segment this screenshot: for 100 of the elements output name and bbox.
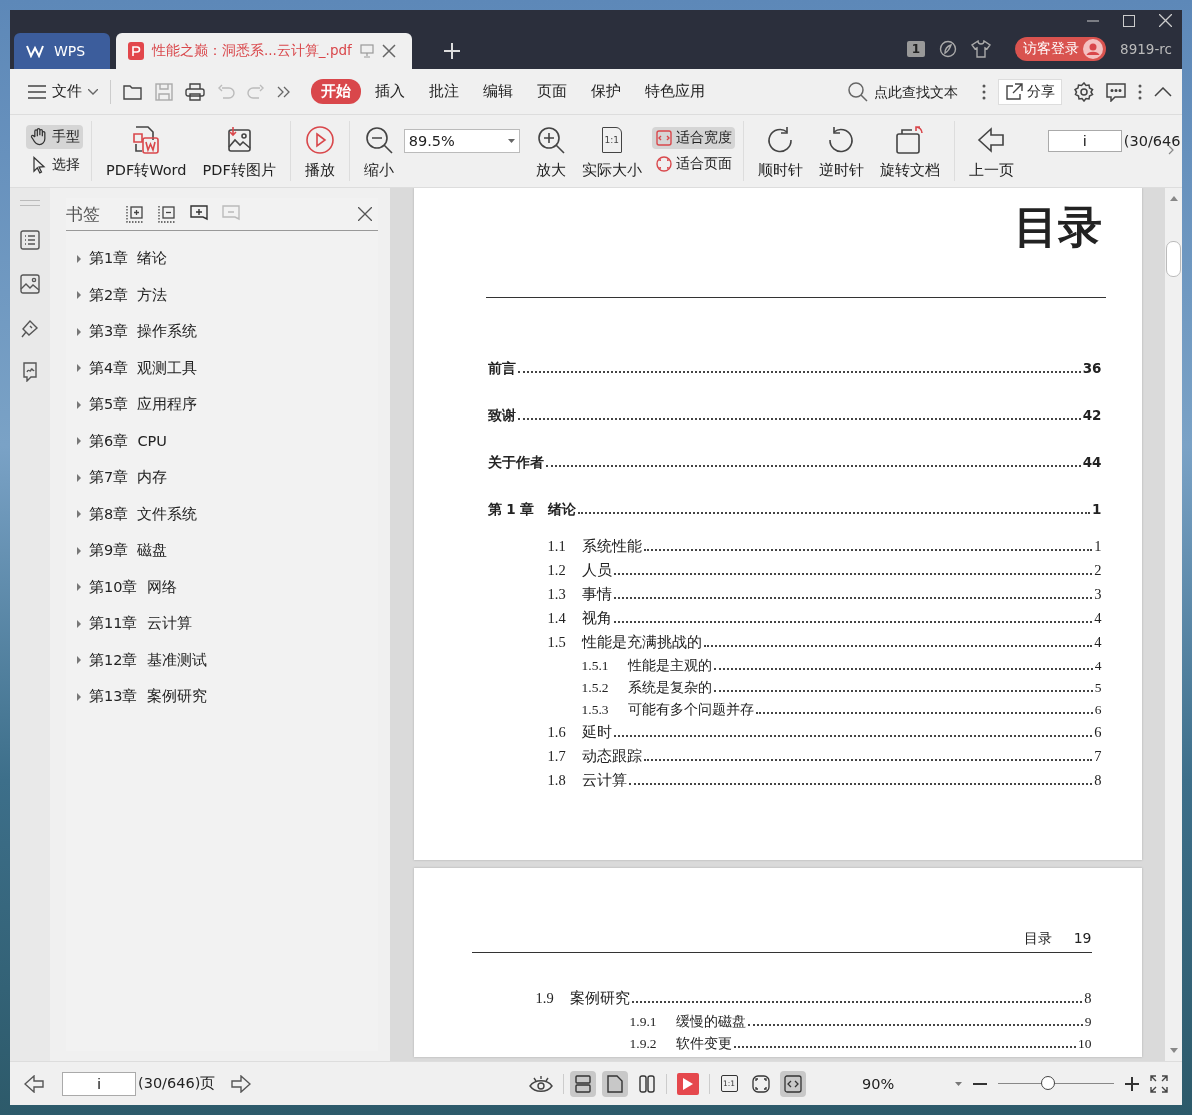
collapse-icon[interactable]: [1154, 86, 1172, 97]
bookmark-item[interactable]: 第3章 操作系统: [76, 322, 378, 341]
more-icon[interactable]: [277, 85, 291, 98]
next-page-icon[interactable]: [231, 1074, 252, 1093]
caret-icon[interactable]: [76, 656, 82, 664]
ribbon-tab[interactable]: 特色应用: [635, 79, 715, 104]
caret-icon[interactable]: [76, 692, 82, 701]
page-number-field[interactable]: i: [62, 1071, 136, 1096]
toolbar-button[interactable]: 旋转文档: [873, 122, 946, 180]
ribbon-tab[interactable]: 开始: [311, 79, 361, 104]
search-field[interactable]: 点此查找文本: [848, 81, 970, 102]
caret-icon[interactable]: [76, 619, 82, 628]
close-icon[interactable]: [358, 207, 372, 221]
bookmark-item[interactable]: 第1章 绪论: [76, 249, 378, 268]
toolbar-button[interactable]: 逆时针: [812, 122, 870, 180]
eye-icon[interactable]: [529, 1074, 553, 1093]
zoom-dropdown[interactable]: 90%: [822, 1075, 962, 1092]
tool-button[interactable]: 选择: [26, 153, 83, 177]
caret-icon[interactable]: [76, 437, 82, 445]
bookmark-item[interactable]: 第7章 内存: [76, 468, 378, 487]
page-number: 19: [1073, 930, 1092, 948]
fullscreen-icon[interactable]: [1150, 1074, 1168, 1093]
bookmark-item[interactable]: 第5章 应用程序: [76, 395, 378, 414]
caret-icon[interactable]: [76, 254, 82, 263]
scroll-thumb[interactable]: [1166, 241, 1181, 277]
share-button[interactable]: 分享: [998, 78, 1062, 105]
toolbar-button[interactable]: 顺时针: [751, 122, 809, 180]
toolbar-button[interactable]: 1:1 实际大小: [575, 122, 648, 180]
bookmark-label: 第7章 内存: [89, 468, 168, 487]
print-icon[interactable]: [185, 82, 205, 101]
ribbon-tab[interactable]: 批注: [419, 79, 469, 104]
ribbon-tab[interactable]: 编辑: [473, 79, 523, 104]
caret-icon[interactable]: [76, 291, 82, 299]
slider-thumb[interactable]: [1040, 1075, 1055, 1090]
bookmark-item[interactable]: 第13章 案例研究: [76, 687, 378, 706]
caret-icon[interactable]: [76, 400, 82, 409]
expand-all-icon[interactable]: [126, 205, 144, 223]
ribbon-tab[interactable]: 页面: [527, 79, 577, 104]
bookmark-item[interactable]: 第6章 CPU: [76, 431, 378, 451]
bookmark-item[interactable]: 第2章 方法: [76, 285, 378, 305]
add-bookmark-icon[interactable]: [190, 205, 208, 223]
bookmark-item[interactable]: 第4章 观测工具: [76, 358, 378, 378]
caret-icon[interactable]: [76, 327, 82, 336]
bookmark-item[interactable]: 第11章 云计算: [76, 614, 378, 633]
outline-icon[interactable]: [20, 230, 40, 250]
bookmark-item[interactable]: 第8章 文件系统: [76, 504, 378, 524]
previous-page-icon[interactable]: [24, 1074, 44, 1093]
page-number-field[interactable]: i: [1047, 130, 1122, 152]
file-menu[interactable]: 文件: [28, 82, 98, 101]
folder-icon[interactable]: [123, 82, 143, 101]
close-icon[interactable]: [381, 44, 396, 58]
scroll-down-icon[interactable]: [1169, 1048, 1178, 1053]
toc-entry: 1.5.2 系统是复杂的 5: [580, 679, 1102, 697]
caret-icon: [88, 88, 98, 95]
ribbon-tab[interactable]: 插入: [365, 79, 415, 104]
shirt-icon[interactable]: [971, 40, 992, 58]
collapse-all-icon[interactable]: [158, 205, 176, 223]
zoom-in-icon[interactable]: [1124, 1075, 1140, 1092]
caret-icon[interactable]: [76, 364, 82, 372]
continuous-view-button[interactable]: [570, 1070, 596, 1097]
single-view-button[interactable]: [602, 1070, 628, 1097]
tool-button[interactable]: 手型: [26, 125, 83, 149]
bookmark-item[interactable]: 第12章 基准测试: [76, 650, 378, 670]
more-vertical-icon[interactable]: [1138, 83, 1142, 100]
zoom-dropdown[interactable]: 89.5%: [403, 129, 520, 153]
settings-icon[interactable]: [1074, 81, 1094, 102]
toolbar-button[interactable]: 上一页: [962, 122, 1020, 180]
play-button[interactable]: [677, 1072, 699, 1095]
toolbar-button[interactable]: 放大: [529, 122, 572, 180]
more-vertical-icon[interactable]: [982, 83, 986, 100]
bookmark-label: 第8章 文件系统: [89, 504, 198, 524]
toolbar-button[interactable]: 缩小: [357, 122, 400, 180]
image-icon[interactable]: [20, 274, 40, 294]
login-button[interactable]: 访客登录: [1015, 37, 1107, 61]
tool-button[interactable]: 适合宽度: [651, 127, 735, 149]
tool-button[interactable]: 适合页面: [651, 153, 735, 175]
bookmark-label: 第1章 绪论: [89, 249, 168, 268]
fit-width-button[interactable]: [780, 1070, 806, 1097]
left-arrow-icon: [976, 124, 1007, 155]
bookmark-item[interactable]: 第9章 磁盘: [76, 541, 378, 560]
toolbar-button[interactable]: PDF转Word: [100, 122, 193, 180]
signature-icon[interactable]: [20, 362, 40, 382]
caret-icon[interactable]: [76, 510, 82, 518]
toolbar-button[interactable]: 播放: [298, 122, 341, 180]
zoom-slider[interactable]: [998, 1075, 1114, 1092]
share-icon: [1005, 82, 1023, 101]
home-tab[interactable]: WPS: [14, 33, 110, 69]
document-tab[interactable]: 性能之巅：洞悉系...云计算_.pdf: [116, 33, 412, 69]
bookmark-item[interactable]: 第10章 网络: [76, 577, 378, 597]
scroll-up-icon[interactable]: [1169, 196, 1178, 201]
maximize-icon[interactable]: [1123, 14, 1135, 27]
ribbon-tab[interactable]: 保护: [581, 79, 631, 104]
new-tab-icon[interactable]: [444, 43, 460, 59]
comment-icon[interactable]: [1106, 81, 1126, 102]
caret-icon[interactable]: [76, 583, 82, 591]
toolbar-button[interactable]: PDF转图片: [196, 122, 282, 180]
stamp-icon[interactable]: [20, 318, 40, 338]
caret-icon[interactable]: [76, 473, 82, 482]
window-count-badge[interactable]: 1: [906, 41, 926, 57]
caret-icon[interactable]: [76, 546, 82, 555]
